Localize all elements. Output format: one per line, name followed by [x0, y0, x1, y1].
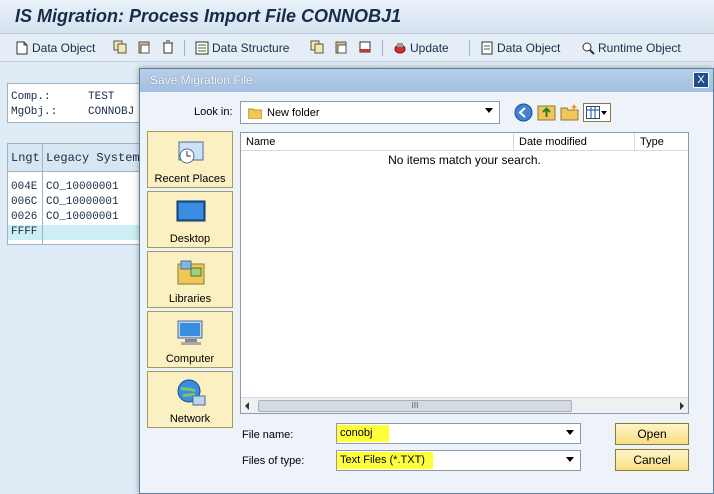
view-icon [586, 106, 600, 119]
place-label: Computer [165, 353, 215, 365]
new-document-icon [16, 41, 28, 55]
open-button[interactable]: Open [615, 423, 689, 445]
toolbar-separator [382, 40, 383, 56]
place-network[interactable]: Network [147, 371, 233, 428]
delete-icon[interactable] [161, 40, 175, 54]
grid-header-legacy-system: Legacy System [46, 151, 140, 165]
look-in-label: Look in: [194, 106, 233, 118]
cancel-button[interactable]: Cancel [615, 449, 689, 471]
runtime-object-button[interactable]: Runtime Object [581, 39, 681, 57]
desktop-icon [176, 200, 206, 222]
scroll-thumb[interactable]: III [258, 400, 572, 412]
folder-icon [248, 108, 262, 119]
comp-label: Comp.: [11, 91, 51, 103]
grid-cell: CO_10000001 [46, 196, 119, 208]
place-label: Libraries [168, 293, 212, 305]
header-info-panel: Comp.: TEST MgObj.: CONNOBJ [7, 83, 147, 123]
column-date-modified[interactable]: Date modified [514, 133, 635, 151]
grid-cell: 006C [11, 196, 38, 208]
computer-icon [177, 320, 203, 345]
copy-structure-icon[interactable] [310, 40, 324, 54]
grid-cell: FFFF [8, 225, 42, 240]
grid-cell: CO_10000001 [46, 181, 119, 193]
save-migration-file-dialog: Save Migration File X Look in: New folde… [139, 68, 714, 494]
new-folder-icon[interactable] [560, 103, 579, 122]
dialog-title-bar: Save Migration File X [140, 69, 713, 92]
file-type-value: Text Files (*.TXT) [337, 452, 433, 469]
update-button[interactable]: Update [393, 39, 449, 57]
scroll-left-icon[interactable] [245, 402, 249, 410]
grid-cell: 004E [11, 181, 38, 193]
file-name-value: conobj [337, 425, 389, 442]
data-object-label: Data Object [32, 41, 96, 55]
place-desktop[interactable]: Desktop [147, 191, 233, 248]
grid-header-row: Lngt Legacy System [8, 144, 146, 172]
place-label: Network [169, 413, 211, 425]
chevron-down-icon [566, 457, 574, 462]
runtime-object-label: Runtime Object [598, 41, 681, 55]
data-object-display-icon [481, 41, 493, 55]
look-in-select[interactable]: New folder [240, 101, 500, 124]
scroll-right-icon[interactable] [680, 402, 684, 410]
look-in-value: New folder [267, 107, 320, 119]
toolbar-separator [184, 40, 185, 56]
horizontal-scrollbar[interactable]: III [241, 397, 688, 413]
dialog-title: Save Migration File [150, 73, 253, 87]
mgobj-value: CONNOBJ [88, 106, 135, 118]
file-type-label: Files of type: [242, 455, 305, 467]
recent-places-icon [178, 141, 204, 164]
chevron-down-icon [566, 430, 574, 435]
grid-cell: CO_10000001 [46, 211, 119, 223]
column-type[interactable]: Type [635, 133, 688, 151]
network-icon [177, 379, 206, 406]
view-menu-button[interactable] [583, 103, 611, 122]
paste-structure-icon[interactable] [334, 40, 348, 54]
chevron-down-icon [485, 108, 493, 113]
file-name-label: File name: [242, 429, 294, 441]
data-structure-label: Data Structure [212, 41, 290, 55]
update-label: Update [410, 41, 449, 55]
close-icon[interactable]: X [693, 72, 709, 88]
copy-icon[interactable] [113, 40, 127, 54]
place-label: Recent Places [154, 173, 226, 185]
place-libraries[interactable]: Libraries [147, 251, 233, 308]
comp-value: TEST [88, 91, 115, 103]
back-icon[interactable] [514, 103, 533, 122]
data-object-button[interactable]: Data Object [15, 39, 95, 57]
update-icon [394, 43, 406, 54]
libraries-icon [177, 260, 205, 285]
place-label: Desktop [169, 233, 211, 245]
file-name-input[interactable]: conobj [336, 423, 581, 444]
paste-icon[interactable] [137, 40, 151, 54]
data-structure-icon [195, 41, 209, 55]
window-title: IS Migration: Process Import File CONNOB… [15, 6, 402, 26]
file-list[interactable]: Name Date modified Type No items match y… [240, 132, 689, 414]
toolbar-separator [469, 40, 470, 56]
chevron-down-icon [601, 111, 607, 115]
up-folder-icon[interactable] [537, 103, 556, 122]
data-object-display-button[interactable]: Data Object [480, 39, 560, 57]
empty-message: No items match your search. [388, 153, 541, 167]
mgobj-label: MgObj.: [11, 106, 58, 118]
column-name[interactable]: Name [241, 133, 514, 151]
grid-cell: 0026 [11, 211, 38, 223]
delete-structure-icon[interactable] [358, 40, 372, 54]
window-title-bar: IS Migration: Process Import File CONNOB… [0, 0, 714, 34]
data-structure-button[interactable]: Data Structure [195, 39, 289, 57]
place-computer[interactable]: Computer [147, 311, 233, 368]
grid-header-lngt: Lngt [11, 151, 40, 165]
place-recent-places[interactable]: Recent Places [147, 131, 233, 188]
legacy-data-grid: Lngt Legacy System 004E CO_10000001 006C… [7, 143, 147, 245]
grid-cell [43, 225, 146, 240]
data-object-display-label: Data Object [497, 41, 561, 55]
runtime-object-icon [582, 42, 595, 55]
application-toolbar: Data Object Data Structure Update Data O… [0, 34, 714, 62]
file-type-select[interactable]: Text Files (*.TXT) [336, 450, 581, 471]
